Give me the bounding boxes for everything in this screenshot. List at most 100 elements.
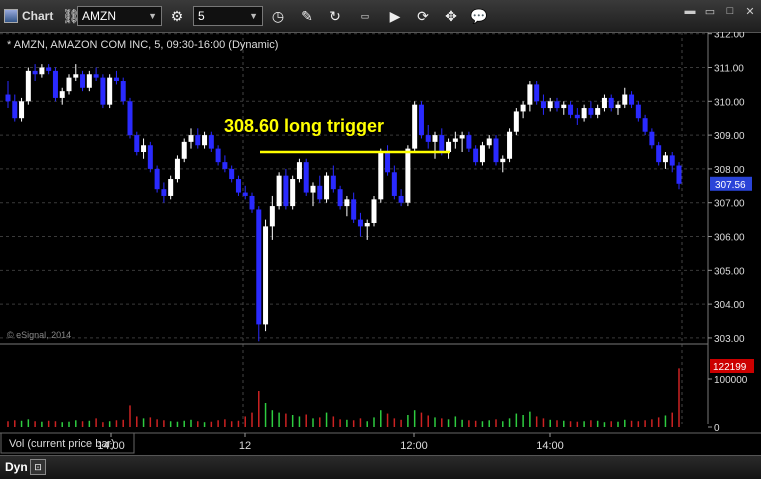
price-tick-label: 308.00 [714, 165, 745, 176]
time-axis: 14:00 12 12:00 14:00 [97, 433, 564, 452]
candle-body [134, 135, 140, 153]
candle-body [588, 108, 594, 115]
candle-body [493, 138, 499, 163]
candle-body [595, 108, 601, 115]
status-bar: Dyn ⊡ [0, 455, 761, 479]
minimize-icon[interactable]: ▬ [681, 4, 699, 18]
volume-series [7, 368, 680, 427]
price-chart[interactable]: 303.00 304.00 305.00 306.00 307.00 308.00 309.… [0, 32, 761, 455]
candle-body [195, 135, 201, 146]
candle-body [676, 165, 682, 184]
candle-body [324, 175, 330, 200]
candle-body [554, 101, 560, 109]
candle-body [154, 168, 160, 190]
maximize-icon[interactable]: □ [721, 4, 739, 18]
candle-body [378, 152, 384, 200]
price-grid [0, 33, 708, 339]
comment-icon[interactable]: 💬 [468, 6, 490, 26]
candle-body [344, 199, 350, 207]
candle-body [19, 101, 25, 119]
candle-body [12, 101, 18, 119]
chevron-down-icon[interactable]: ▼ [249, 11, 258, 21]
last-volume-label: 122199 [713, 362, 747, 373]
candle-body [371, 199, 377, 223]
vol-tick-label: 0 [714, 423, 720, 434]
clock-icon[interactable]: ◷ [267, 6, 289, 26]
candle-body [46, 67, 52, 71]
gps-icon[interactable]: ▭ [354, 6, 376, 26]
candle-body [500, 158, 506, 163]
candle-body [669, 155, 675, 166]
candle-body [5, 94, 11, 102]
candle-body [93, 74, 99, 78]
candle-body [439, 135, 445, 153]
close-icon[interactable]: ✕ [741, 4, 759, 18]
candle-body [351, 199, 357, 220]
candle-body [405, 148, 411, 203]
dynamic-mode-label[interactable]: Dyn [5, 460, 28, 474]
app-label: Chart [4, 6, 53, 26]
restore-icon[interactable]: ▭ [701, 4, 719, 18]
candle-body [80, 74, 86, 88]
chart-title: * AMZN, AMAZON COM INC, 5, 09:30-16:00 (… [7, 39, 278, 51]
candle-body [310, 185, 316, 193]
candle-body [161, 189, 167, 196]
candle-body [398, 195, 404, 203]
chevron-down-icon[interactable]: ▼ [148, 11, 157, 21]
candle-body [127, 101, 133, 136]
time-tick-label: 14:00 [536, 440, 564, 452]
trigger-annotation: 308.60 long trigger [224, 116, 384, 136]
candle-body [385, 152, 391, 173]
candle-body [120, 81, 126, 102]
symbol-combo[interactable]: AMZN ▼ [77, 6, 162, 26]
candle-body [642, 118, 648, 132]
candle-body [520, 104, 526, 112]
candle-body [235, 179, 241, 193]
candle-body [615, 104, 621, 109]
candle-body [466, 135, 472, 149]
time-tick-label: 12:00 [400, 440, 428, 452]
price-tick-label: 305.00 [714, 266, 745, 277]
candle-body [32, 70, 38, 75]
candle-body [357, 219, 363, 227]
candle-body [513, 111, 519, 132]
interval-value: 5 [198, 9, 205, 23]
candle-body [581, 108, 587, 119]
candle-body [317, 185, 323, 200]
cursor-tool-icon[interactable]: ✥ [440, 6, 462, 26]
candle-body [412, 104, 418, 149]
settings-gear-icon[interactable]: ⚙ [166, 6, 188, 26]
candle-body [141, 145, 147, 153]
app-label-text: Chart [22, 9, 54, 23]
price-tick-label: 309.00 [714, 131, 745, 142]
price-tick-label: 311.00 [714, 63, 744, 74]
lock-icon[interactable]: ⊡ [30, 459, 46, 475]
candle-body [263, 226, 269, 325]
chart-window-icon [4, 9, 18, 23]
candle-body [283, 175, 289, 207]
candle-body [113, 77, 119, 82]
price-tick-label: 307.00 [714, 199, 745, 210]
refresh-icon[interactable]: ⟳ [412, 6, 434, 26]
candle-body [452, 138, 458, 142]
candle-body [66, 77, 72, 92]
candle-body [59, 91, 65, 98]
candle-body [601, 97, 607, 109]
study-icon[interactable]: ↻ [324, 6, 346, 26]
candle-body [337, 189, 343, 207]
candle-body [73, 74, 79, 78]
candle-body [25, 70, 31, 102]
candle-body [534, 84, 540, 102]
candle-body [242, 192, 248, 196]
watermark: © eSignal, 2014 [7, 330, 71, 340]
candle-body [100, 77, 106, 105]
interval-combo[interactable]: 5 ▼ [193, 6, 263, 26]
play-icon[interactable]: ▶ [384, 6, 406, 26]
candle-body [662, 155, 668, 163]
pencil-icon[interactable]: ✎ [296, 6, 318, 26]
candle-body [540, 101, 546, 109]
candle-body [622, 94, 628, 105]
candle-body [635, 104, 641, 119]
candle-body [568, 104, 574, 115]
candle-body [107, 77, 113, 105]
